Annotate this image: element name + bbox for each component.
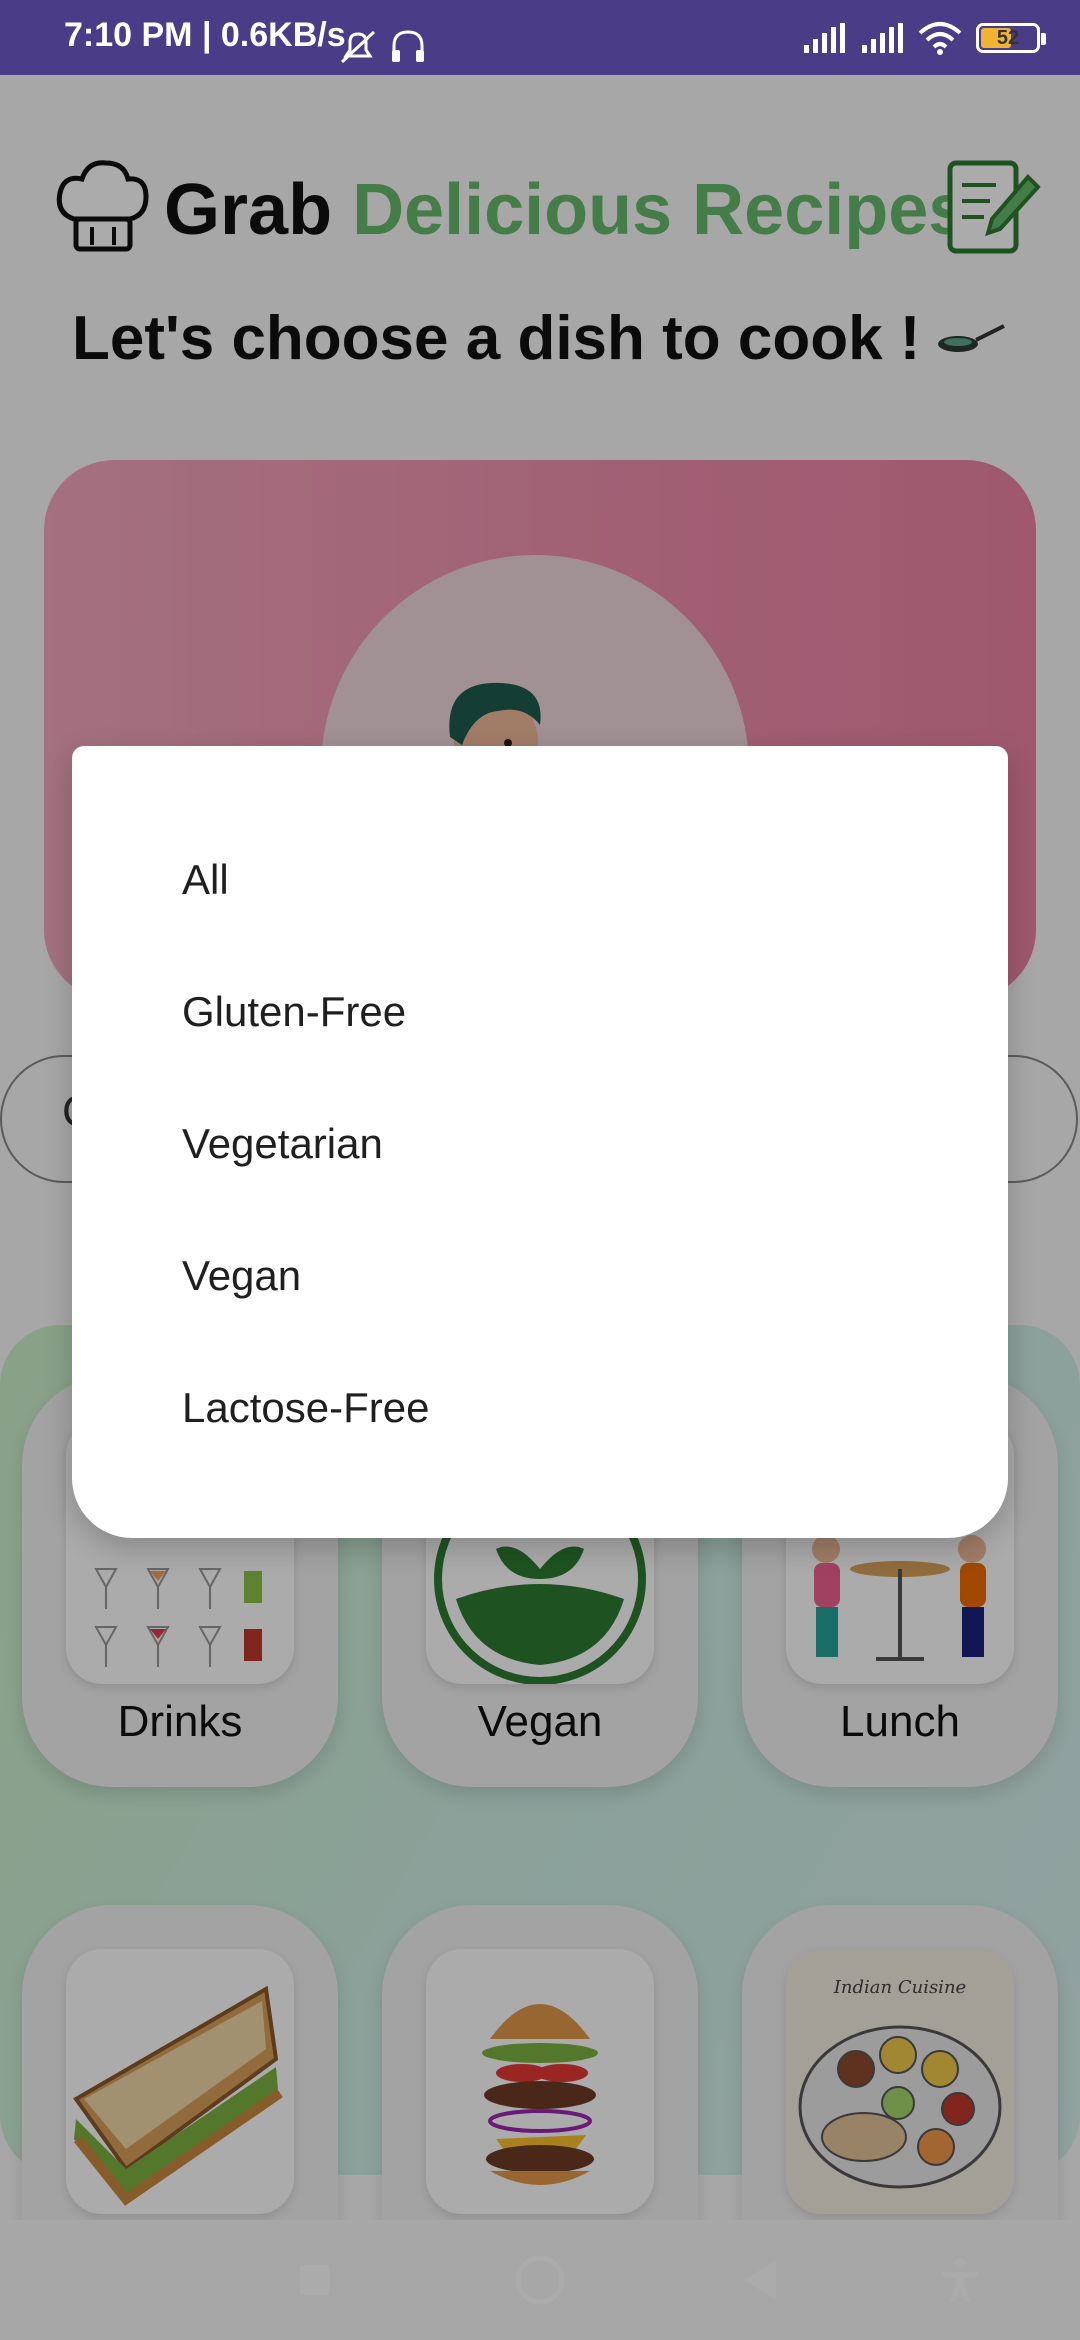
option-all[interactable]: All — [182, 856, 229, 904]
headset-icon — [392, 30, 424, 62]
option-vegan[interactable]: Vegan — [182, 1252, 301, 1300]
wifi-icon — [918, 22, 962, 55]
option-vegetarian[interactable]: Vegetarian — [182, 1120, 383, 1168]
signal-icon — [804, 23, 845, 53]
status-bar: 7:10 PM | 0.6KB/s 52 — [0, 0, 1080, 75]
battery-level: 52 — [996, 27, 1020, 49]
battery-icon: 52 — [976, 23, 1046, 53]
option-gluten-free[interactable]: Gluten-Free — [182, 988, 406, 1036]
status-time: 7:10 PM | 0.6KB/s — [64, 16, 346, 54]
option-lactose-free[interactable]: Lactose-Free — [182, 1384, 429, 1432]
signal-icon-2 — [862, 23, 903, 53]
diet-filter-dropdown: All Gluten-Free Vegetarian Vegan Lactose… — [72, 746, 1008, 1538]
mute-bell-icon — [340, 30, 376, 64]
